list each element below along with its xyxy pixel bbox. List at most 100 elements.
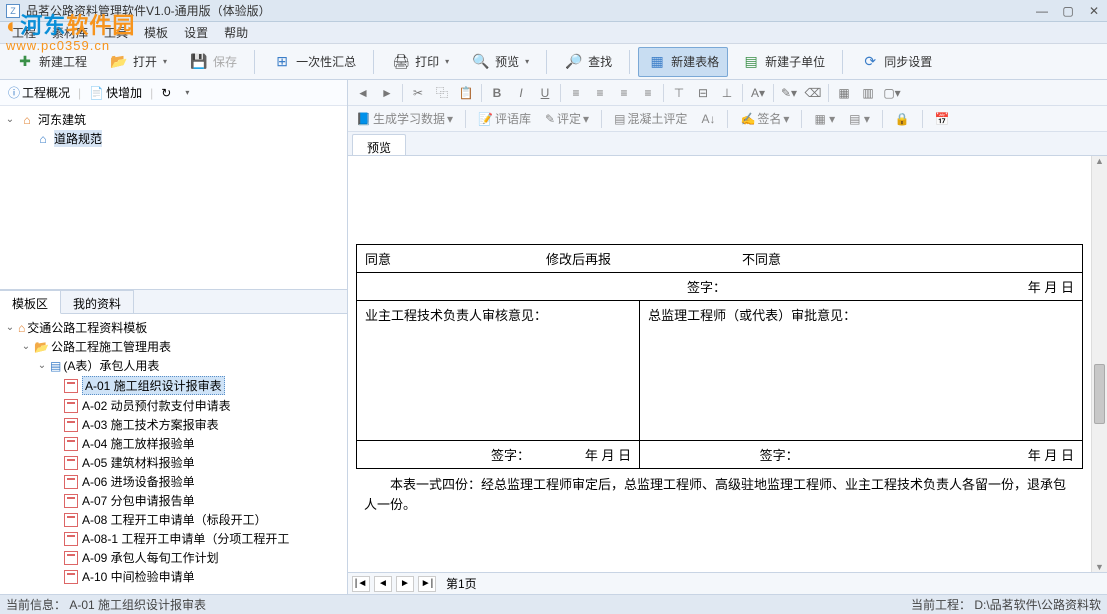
main-content: ⓘ 工程概况 | 📄 快增加 | ↻ ▾ ⌄ ⌂ 河东建筑 ⌂ 道路规范 (0, 80, 1107, 594)
layout-button[interactable]: ▤ ▾ (845, 112, 874, 126)
brush-button[interactable]: ✎▾ (778, 83, 800, 103)
collapse-icon[interactable]: ⌄ (20, 341, 32, 352)
copy-button[interactable]: ⿻ (431, 83, 453, 103)
quick-add-icon: 📄 (89, 86, 104, 100)
new-table-button[interactable]: ▦ 新建表格 (638, 47, 728, 77)
calendar-button[interactable]: 📅 (931, 112, 954, 126)
doc-icon (64, 475, 78, 489)
cut-button[interactable]: ✂ (407, 83, 429, 103)
tab-my-docs[interactable]: 我的资料 (61, 290, 134, 313)
save-button[interactable]: 💾 保存 (180, 47, 246, 77)
doc-icon (64, 456, 78, 470)
tpl-item[interactable]: A-09 承包人每旬工作计划 (4, 548, 343, 567)
preview-container: 同意 修改后再报 不同意 签字： 年 月 日 业主工程技术负责人审核意见： 总监… (348, 156, 1107, 572)
left-tab-bar: 模板区 我的资料 (0, 290, 347, 314)
minimize-button[interactable]: — (1035, 4, 1049, 18)
prev-page-button[interactable]: ◄ (374, 576, 392, 592)
find-button[interactable]: 🔎 查找 (555, 47, 621, 77)
summary-button[interactable]: ⊞ 一次性汇总 (263, 47, 365, 77)
owner-opinion-cell: 业主工程技术负责人审核意见： (357, 301, 640, 441)
close-button[interactable]: ✕ (1087, 4, 1101, 18)
tpl-item[interactable]: A-08 工程开工申请单（标段开工） (4, 510, 343, 529)
tab-templates[interactable]: 模板区 (0, 290, 61, 314)
align-justify-button[interactable]: ≡ (637, 83, 659, 103)
bold-button[interactable]: B (486, 83, 508, 103)
next-page-button[interactable]: ► (396, 576, 414, 592)
italic-button[interactable]: I (510, 83, 532, 103)
tpl-item[interactable]: A-10 中间检验申请单 (4, 567, 343, 586)
menu-settings[interactable]: 设置 (176, 22, 216, 43)
page-navigation: |◄ ◄ ► ►| 第1页 (348, 572, 1107, 594)
toolbar-separator (842, 50, 843, 74)
tree-root[interactable]: ⌄ ⌂ 河东建筑 (4, 110, 343, 129)
tpl-item[interactable]: A-06 进场设备报验单 (4, 472, 343, 491)
grid-button[interactable]: ▦ ▾ (810, 112, 839, 126)
collapse-icon[interactable]: ⌄ (4, 322, 16, 333)
new-project-button[interactable]: ✚ 新建工程 (6, 47, 96, 77)
align-center-button[interactable]: ≡ (589, 83, 611, 103)
collapse-icon[interactable]: ⌄ (4, 114, 16, 125)
assess-button[interactable]: ✎ 评定 ▾ (541, 110, 593, 127)
align-left-button[interactable]: ≡ (565, 83, 587, 103)
menu-help[interactable]: 帮助 (216, 22, 256, 43)
tpl-group[interactable]: ⌄ ▤ (A表）承包人用表 (4, 356, 343, 375)
tpl-root[interactable]: ⌄ ⌂ 交通公路工程资料模板 (4, 318, 343, 337)
valign-middle-button[interactable]: ⊟ (692, 83, 714, 103)
toolbar-separator (373, 50, 374, 74)
doc-icon (64, 570, 78, 584)
tpl-item[interactable]: A-05 建筑材料报验单 (4, 453, 343, 472)
tpl-item[interactable]: A-01 施工组织设计报审表 (4, 375, 343, 396)
tab-preview[interactable]: 预览 (352, 134, 406, 155)
tpl-item[interactable]: A-08-1 工程开工申请单（分项工程开工 (4, 529, 343, 548)
split-button[interactable]: ▥ (857, 83, 879, 103)
cell-button[interactable]: ▢▾ (881, 83, 903, 103)
concrete-button[interactable]: ▤ 混凝土评定 (610, 110, 691, 127)
first-page-button[interactable]: |◄ (352, 576, 370, 592)
new-subunit-button[interactable]: ▤ 新建子单位 (732, 47, 834, 77)
last-page-button[interactable]: ►| (418, 576, 436, 592)
collapse-icon[interactable]: ⌄ (36, 360, 48, 371)
maximize-button[interactable]: ▢ (1061, 4, 1075, 18)
sign-button[interactable]: ✍ 签名 ▾ (736, 110, 793, 127)
open-button[interactable]: 📂 打开▾ (100, 47, 176, 77)
tpl-folder[interactable]: ⌄ 📂 公路工程施工管理用表 (4, 337, 343, 356)
lock-button[interactable]: 🔒 (891, 112, 914, 126)
valign-bottom-button[interactable]: ⊥ (716, 83, 738, 103)
menu-materials[interactable]: 素材库 (44, 22, 96, 43)
font-color-button[interactable]: A▾ (747, 83, 769, 103)
more-button[interactable]: ▾ (179, 86, 193, 99)
align-right-button[interactable]: ≡ (613, 83, 635, 103)
tree-child[interactable]: ⌂ 道路规范 (4, 129, 343, 148)
sign-label: 签字： (687, 280, 726, 295)
menu-project[interactable]: 工程 (4, 22, 44, 43)
tpl-item[interactable]: A-03 施工技术方案报审表 (4, 415, 343, 434)
tpl-item[interactable]: A-04 施工放样报验单 (4, 434, 343, 453)
comment-lib-button[interactable]: 📝 评语库 (474, 110, 535, 127)
redo-button[interactable]: ► (376, 83, 398, 103)
print-button[interactable]: 🖨 打印▾ (382, 47, 458, 77)
tpl-item[interactable]: A-02 动员预付款支付申请表 (4, 396, 343, 415)
sort-button[interactable]: A↓ (697, 112, 719, 126)
vertical-scrollbar[interactable] (1091, 156, 1107, 572)
sync-settings-button[interactable]: ⟳ 同步设置 (851, 47, 941, 77)
gen-data-button[interactable]: 📘 生成学习数据 ▾ (352, 110, 457, 127)
tpl-item[interactable]: A-07 分包申请报告单 (4, 491, 343, 510)
document-preview[interactable]: 同意 修改后再报 不同意 签字： 年 月 日 业主工程技术负责人审核意见： 总监… (348, 156, 1091, 572)
menu-templates[interactable]: 模板 (136, 22, 176, 43)
overview-button[interactable]: ⓘ 工程概况 (4, 82, 74, 103)
preview-button[interactable]: 🔍 预览▾ (462, 47, 538, 77)
menu-tools[interactable]: 工具 (96, 22, 136, 43)
paste-button[interactable]: 📋 (455, 83, 477, 103)
scroll-thumb[interactable] (1094, 364, 1105, 424)
valign-top-button[interactable]: ⊤ (668, 83, 690, 103)
refresh-button[interactable]: ↻ (157, 84, 175, 102)
new-table-icon: ▦ (647, 52, 667, 72)
refresh-icon: ↻ (161, 86, 171, 100)
undo-button[interactable]: ◄ (352, 83, 374, 103)
underline-button[interactable]: U (534, 83, 556, 103)
eraser-button[interactable]: ⌫ (802, 83, 824, 103)
quick-add-button[interactable]: 📄 快增加 (85, 82, 146, 103)
chevron-down-icon: ▾ (185, 88, 189, 97)
merge-button[interactable]: ▦ (833, 83, 855, 103)
doc-icon (64, 437, 78, 451)
